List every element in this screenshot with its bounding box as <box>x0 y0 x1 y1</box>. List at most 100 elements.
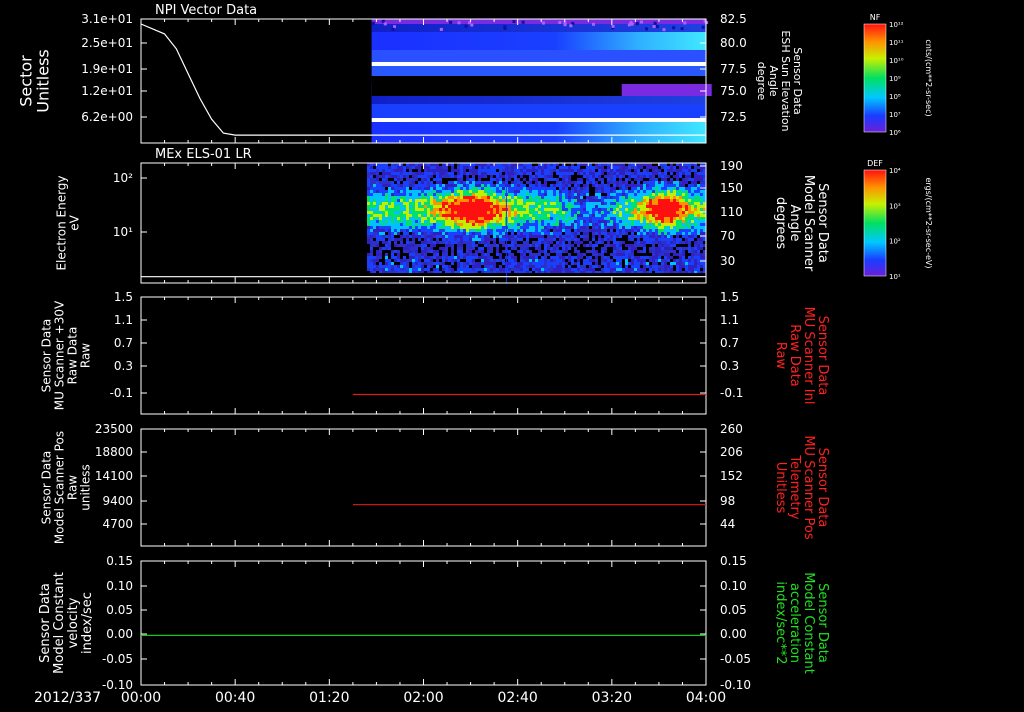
els-cell <box>670 217 673 220</box>
els-cell <box>430 247 433 250</box>
npi-speckle <box>681 27 684 30</box>
els-cell <box>517 253 520 256</box>
els-cell <box>643 247 646 250</box>
els-cell <box>616 226 619 229</box>
els-cell <box>478 262 481 265</box>
els-cell <box>568 199 571 202</box>
els-cell <box>580 265 583 268</box>
els-cell <box>478 172 481 175</box>
els-cell <box>400 232 403 235</box>
els-cell <box>538 259 541 262</box>
els-cell <box>373 175 376 178</box>
els-cell <box>391 259 394 262</box>
els-cell <box>559 166 562 169</box>
els-cell <box>367 235 370 238</box>
els-cell <box>484 178 487 181</box>
els-cell <box>682 265 685 268</box>
els-cell <box>613 211 616 214</box>
els-cell <box>649 241 652 244</box>
els-cell <box>655 247 658 250</box>
els-cell <box>430 175 433 178</box>
els-cell <box>466 214 469 217</box>
els-cell <box>445 253 448 256</box>
els-cell <box>652 250 655 253</box>
els-cell <box>379 235 382 238</box>
els-cell <box>466 166 469 169</box>
els-cell <box>601 259 604 262</box>
els-cell <box>463 247 466 250</box>
els-cell <box>412 169 415 172</box>
els-cell <box>418 250 421 253</box>
els-cell <box>658 175 661 178</box>
els-cell <box>427 250 430 253</box>
els-cell <box>634 208 637 211</box>
els-cell <box>538 184 541 187</box>
els-cell <box>574 172 577 175</box>
els-cell <box>532 265 535 268</box>
els-cell <box>472 256 475 259</box>
els-cell <box>595 208 598 211</box>
els-cell <box>406 214 409 217</box>
npi-speckle <box>640 20 643 23</box>
els-cell <box>523 247 526 250</box>
els-cell <box>433 187 436 190</box>
scanner_pos-right-label: Sensor Data <box>815 448 830 528</box>
els-cell <box>649 220 652 223</box>
els-cell <box>580 208 583 211</box>
els-cell <box>454 208 457 211</box>
els-cell <box>511 265 514 268</box>
els-cell <box>508 223 511 226</box>
els-cell <box>646 205 649 208</box>
els-cell <box>499 202 502 205</box>
els-cell <box>667 265 670 268</box>
els-cell <box>523 181 526 184</box>
els-cell <box>373 262 376 265</box>
els-cell <box>400 178 403 181</box>
els-cell <box>466 175 469 178</box>
els-cell <box>550 178 553 181</box>
els-cell <box>589 196 592 199</box>
els-cell <box>565 175 568 178</box>
els-cell <box>670 169 673 172</box>
els-cell <box>556 268 559 271</box>
els-cell <box>625 214 628 217</box>
els-cell <box>607 265 610 268</box>
els-cell <box>550 241 553 244</box>
els-cell <box>436 262 439 265</box>
els-cell <box>640 196 643 199</box>
els-cell <box>601 190 604 193</box>
els-cell <box>691 199 694 202</box>
els-cell <box>598 178 601 181</box>
els-cell <box>517 226 520 229</box>
els-cell <box>433 202 436 205</box>
els-cell <box>496 175 499 178</box>
els-cell <box>475 247 478 250</box>
els-cell <box>442 223 445 226</box>
els-cell <box>430 166 433 169</box>
els-cell <box>490 208 493 211</box>
els-cell <box>691 223 694 226</box>
els-cell <box>475 235 478 238</box>
els-cell <box>625 181 628 184</box>
els-cell <box>463 259 466 262</box>
els-cell <box>694 190 697 193</box>
scanner_pos-right-tick-label: 44 <box>720 517 735 531</box>
els-cell <box>631 211 634 214</box>
els-cell <box>415 268 418 271</box>
els-cell <box>466 169 469 172</box>
els-cell <box>538 265 541 268</box>
els-cell <box>673 205 676 208</box>
els-cell <box>631 214 634 217</box>
els-cell <box>646 259 649 262</box>
els-cell <box>451 241 454 244</box>
els-cell <box>634 211 637 214</box>
els-cell <box>652 202 655 205</box>
els-cell <box>583 214 586 217</box>
els-cell <box>535 196 538 199</box>
els-cell <box>457 232 460 235</box>
els-cell <box>451 250 454 253</box>
els-cell <box>466 220 469 223</box>
els-cell <box>613 199 616 202</box>
els-cell <box>427 265 430 268</box>
els-cell <box>607 190 610 193</box>
